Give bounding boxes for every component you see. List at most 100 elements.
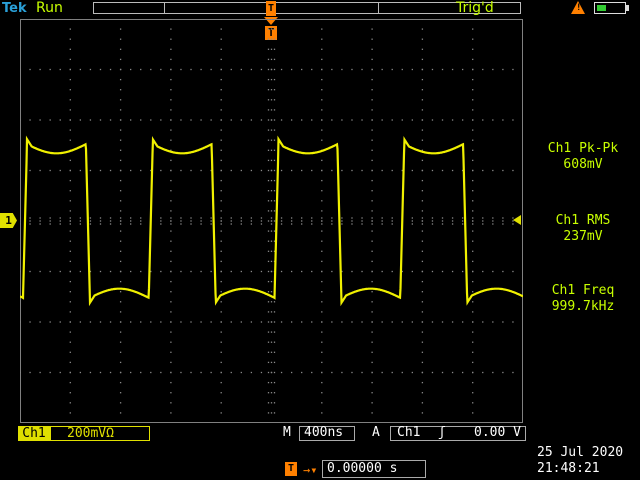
graticule-dot: [250, 220, 253, 222]
graticule-dot: [69, 230, 71, 232]
graticule-dot: [99, 223, 102, 225]
impedance-icon: Ω: [106, 426, 114, 441]
graticule-dot: [230, 223, 232, 225]
graticule-dot: [180, 270, 182, 273]
graticule-dot: [99, 220, 102, 222]
graticule-dot: [492, 270, 494, 273]
graticule-dot: [273, 109, 276, 111]
graticule-dot: [421, 217, 424, 219]
graticule-dot: [321, 68, 323, 71]
graticule-dot: [69, 331, 71, 333]
graticule-dot: [421, 311, 424, 313]
graticule-dot: [361, 220, 363, 222]
graticule-dot: [220, 223, 222, 225]
graticule-dot: [267, 392, 270, 394]
graticule-dot: [240, 169, 242, 172]
graticule-dot: [280, 119, 283, 121]
graticule-dot: [371, 351, 373, 353]
graticule-dot: [270, 260, 273, 263]
graticule-dot: [421, 169, 424, 172]
graticule-dot: [39, 119, 41, 121]
graticule-dot: [267, 38, 270, 40]
graticule-dot: [321, 412, 323, 414]
graticule-dot: [130, 169, 132, 172]
graticule-dot: [371, 210, 373, 212]
graticule-dot: [267, 200, 270, 202]
channel-1-scale[interactable]: 200mVΩ: [50, 426, 150, 441]
trigger-level-marker-icon[interactable]: [513, 215, 521, 225]
graticule-dot: [220, 119, 222, 121]
graticule-dot: [290, 371, 293, 374]
graticule-dot: [270, 169, 273, 172]
graticule-dot: [273, 99, 276, 101]
graticule-dot: [267, 179, 270, 182]
graticule-dot: [492, 169, 494, 172]
graticule-dot: [270, 179, 273, 182]
graticule-dot: [482, 119, 484, 121]
graticule-dot: [180, 321, 182, 323]
graticule-dot: [220, 230, 222, 232]
graticule-dot: [321, 301, 323, 303]
graticule-dot: [170, 341, 172, 343]
graticule-dot: [99, 321, 102, 323]
graticule-dot: [461, 223, 464, 225]
graticule-dot: [311, 321, 313, 323]
graticule-dot: [273, 381, 276, 384]
graticule-dot: [267, 291, 270, 293]
graticule-dot: [267, 371, 270, 374]
graticule-dot: [301, 321, 303, 323]
graticule-dot: [273, 179, 276, 182]
graticule-dot: [391, 223, 393, 225]
graticule-dot: [421, 230, 424, 232]
graticule-dot: [270, 159, 273, 162]
graticule-dot: [170, 361, 172, 364]
graticule-dot: [260, 270, 263, 273]
graticule-dot: [280, 220, 283, 222]
graticule-dot: [381, 371, 383, 374]
graticule-dot: [411, 169, 413, 172]
graticule-dot: [273, 68, 276, 71]
graticule-dot: [371, 139, 373, 141]
graticule-dot: [69, 321, 71, 323]
graticule-dot: [270, 341, 273, 343]
graticule-dot: [270, 139, 273, 141]
graticule-dot: [273, 78, 276, 81]
graticule-dot: [401, 321, 403, 323]
graticule-dot: [220, 311, 222, 313]
graticule-dot: [472, 240, 474, 242]
graticule-dot: [29, 321, 31, 323]
graticule-dot: [260, 217, 263, 219]
graticule-dot: [109, 119, 112, 121]
graticule-dot: [371, 250, 373, 252]
graticule-dot: [220, 169, 222, 172]
graticule-dot: [512, 169, 514, 172]
graticule-dot: [220, 392, 222, 394]
graticule-dot: [421, 78, 424, 81]
graticule-dot: [270, 129, 273, 131]
graticule-dot: [170, 250, 172, 252]
graticule-dot: [290, 220, 293, 222]
channel-1-ground-marker[interactable]: 1: [0, 213, 17, 228]
graticule-dot: [472, 149, 474, 151]
graticule-dot: [461, 371, 464, 374]
channel-1-badge[interactable]: Ch1: [18, 426, 50, 441]
graticule-dot: [371, 331, 373, 333]
graticule-dot: [119, 19, 122, 20]
graticule-dot: [371, 311, 373, 313]
graticule-dot: [39, 220, 41, 222]
graticule-dot: [502, 68, 504, 71]
graticule-dot: [49, 169, 51, 172]
graticule-dot: [20, 220, 21, 222]
graticule-dot: [451, 270, 454, 273]
graticule-dot: [411, 321, 413, 323]
graticule-dot: [451, 220, 454, 222]
graticule-dot: [39, 169, 41, 172]
graticule-dot: [220, 68, 222, 71]
graticule-dot: [482, 68, 484, 71]
battery-level: [597, 5, 606, 11]
graticule-dot: [267, 89, 270, 91]
graticule-dot: [267, 321, 270, 323]
graticule-dot: [220, 190, 222, 192]
graticule-dot: [273, 139, 276, 141]
graticule-dot: [119, 351, 122, 353]
